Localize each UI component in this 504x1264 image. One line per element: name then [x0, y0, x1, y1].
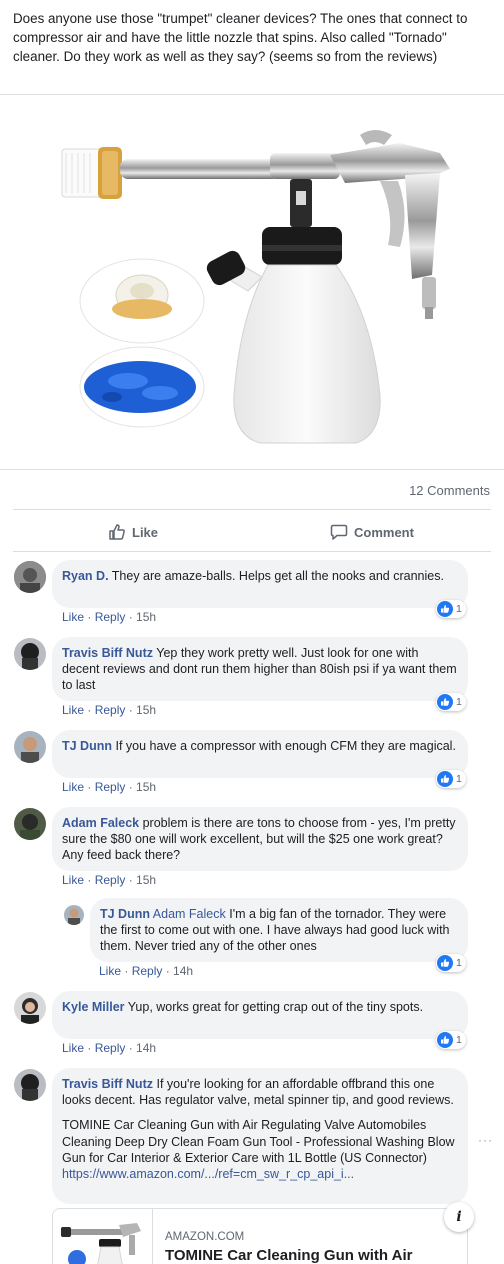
like-button-label: Like	[132, 524, 159, 540]
reaction-number: 1	[456, 603, 462, 615]
comment-author[interactable]: Adam Faleck	[62, 816, 139, 830]
comment-reply-link[interactable]: Reply	[132, 964, 163, 978]
comment-author[interactable]: Kyle Miller	[62, 1000, 125, 1014]
comment-bubble: Ryan D. They are amaze-balls. Helps get …	[52, 560, 468, 608]
comment-like-link[interactable]: Like	[62, 780, 84, 794]
comment-time[interactable]: 15h	[136, 610, 156, 624]
avatar[interactable]	[14, 731, 46, 763]
like-reaction-icon	[437, 694, 453, 710]
divider	[13, 509, 491, 510]
comment-meta: Like · Reply · 14h	[62, 1041, 157, 1055]
comment-like-link[interactable]: Like	[99, 964, 121, 978]
avatar[interactable]	[64, 905, 84, 925]
comment-time[interactable]: 14h	[136, 1041, 156, 1055]
post-image[interactable]	[0, 94, 504, 470]
link-preview-title[interactable]: TOMINE Car Cleaning Gun with Air	[165, 1247, 413, 1264]
avatar[interactable]	[14, 1069, 46, 1101]
comment-reply-link[interactable]: Reply	[95, 703, 126, 717]
comment-text: If you have a compressor with enough CFM…	[115, 739, 456, 753]
comment-icon	[330, 524, 348, 540]
reaction-count[interactable]: 1	[436, 693, 466, 711]
comment-like-link[interactable]: Like	[62, 703, 84, 717]
tornado-cleaner-image	[61, 130, 450, 444]
comment-author[interactable]: Travis Biff Nutz	[62, 1077, 153, 1091]
comment-bubble: Travis Biff Nutz If you're looking for a…	[52, 1068, 468, 1204]
comment-meta: Like · Reply · 15h	[62, 703, 157, 717]
link-preview-card[interactable]: AMAZON.COM TOMINE Car Cleaning Gun with …	[52, 1208, 468, 1264]
comment-reply-link[interactable]: Reply	[95, 1041, 126, 1055]
reaction-count[interactable]: 1	[436, 600, 466, 618]
link-preview-domain: AMAZON.COM	[165, 1231, 245, 1243]
facebook-post: Does anyone use those "trumpet" cleaner …	[0, 0, 504, 1264]
comment-reply-link[interactable]: Reply	[95, 610, 126, 624]
avatar-photo	[64, 905, 84, 925]
more-options-icon[interactable]: ···	[478, 1133, 493, 1147]
reaction-count[interactable]: 1	[436, 770, 466, 788]
comment-author[interactable]: Ryan D.	[62, 569, 109, 583]
comment-bubble: TJ Dunn Adam Faleck I'm a big fan of the…	[90, 898, 468, 962]
reaction-number: 1	[456, 696, 462, 708]
reaction-number: 1	[456, 1034, 462, 1046]
avatar-photo	[14, 731, 46, 763]
comment-time[interactable]: 14h	[173, 964, 193, 978]
comment-text: They are amaze-balls. Helps get all the …	[111, 569, 444, 583]
comment-reply-link[interactable]: Reply	[95, 780, 126, 794]
comment-meta: Like · Reply · 15h	[62, 873, 157, 887]
like-reaction-icon	[437, 955, 453, 971]
avatar[interactable]	[14, 808, 46, 840]
reaction-count[interactable]: 1	[436, 954, 466, 972]
like-button[interactable]: Like	[108, 520, 158, 544]
avatar[interactable]	[14, 561, 46, 593]
info-icon[interactable]: i	[444, 1202, 474, 1232]
like-reaction-icon	[437, 601, 453, 617]
avatar-photo	[14, 808, 46, 840]
comment-text: Yup, works great for getting crap out of…	[127, 1000, 424, 1014]
product-thumbnail-image	[61, 1223, 141, 1264]
like-reaction-icon	[437, 1032, 453, 1048]
comment-author[interactable]: Travis Biff Nutz	[62, 646, 153, 660]
avatar[interactable]	[14, 638, 46, 670]
comment-count[interactable]: 12 Comments	[409, 483, 490, 498]
comment-time[interactable]: 15h	[136, 703, 156, 717]
reaction-number: 1	[456, 957, 462, 969]
comment-bubble: TJ Dunn If you have a compressor with en…	[52, 730, 468, 778]
comment-like-link[interactable]: Like	[62, 610, 84, 624]
divider	[13, 551, 491, 552]
reaction-number: 1	[456, 773, 462, 785]
comment-author[interactable]: TJ Dunn	[100, 907, 150, 921]
comment-meta: Like · Reply · 15h	[62, 610, 157, 624]
comment-bubble: Travis Biff Nutz Yep they work pretty we…	[52, 637, 468, 701]
comment-button[interactable]: Comment	[330, 520, 414, 544]
comment-bubble: Kyle Miller Yup, works great for getting…	[52, 991, 468, 1039]
avatar-photo	[14, 992, 46, 1024]
comment-text-product: TOMINE Car Cleaning Gun with Air Regulat…	[62, 1118, 455, 1165]
comment-like-link[interactable]: Like	[62, 873, 84, 887]
thumbs-up-icon	[109, 524, 125, 540]
comment-link[interactable]: https://www.amazon.com/.../ref=cm_sw_r_c…	[62, 1167, 354, 1181]
post-text: Does anyone use those "trumpet" cleaner …	[13, 11, 468, 64]
reaction-count[interactable]: 1	[436, 1031, 466, 1049]
comment-meta: Like · Reply · 15h	[62, 780, 157, 794]
comment-time[interactable]: 15h	[136, 780, 156, 794]
comment-mention[interactable]: Adam Faleck	[153, 907, 226, 921]
comment-reply-link[interactable]: Reply	[95, 873, 126, 887]
comment-bubble: Adam Faleck problem is there are tons to…	[52, 807, 468, 871]
avatar-photo	[14, 561, 46, 593]
link-preview-thumbnail	[53, 1209, 153, 1264]
like-reaction-icon	[437, 771, 453, 787]
comment-time[interactable]: 15h	[136, 873, 156, 887]
comment-author[interactable]: TJ Dunn	[62, 739, 112, 753]
avatar[interactable]	[14, 992, 46, 1024]
comment-like-link[interactable]: Like	[62, 1041, 84, 1055]
comment-meta: Like · Reply · 14h	[99, 964, 194, 978]
avatar-photo	[14, 638, 46, 670]
avatar-photo	[14, 1069, 46, 1101]
comment-button-label: Comment	[354, 524, 414, 540]
